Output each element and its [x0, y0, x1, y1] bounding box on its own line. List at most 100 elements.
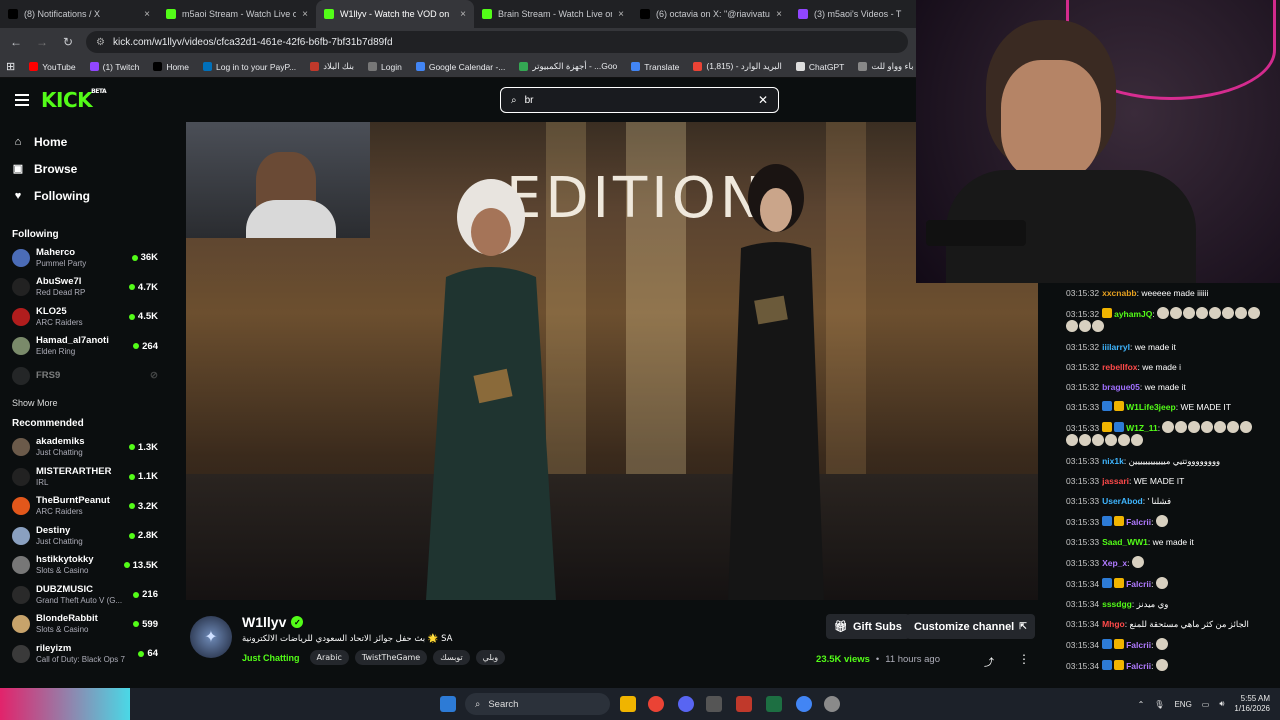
sidebar-nav-home[interactable]: ⌂ Home [0, 128, 170, 155]
menu-icon[interactable] [15, 94, 29, 106]
chat-username[interactable]: Falcrii [1126, 640, 1151, 650]
video-player[interactable]: EDITION [186, 122, 1038, 600]
chat-username[interactable]: W1Z_11 [1126, 423, 1158, 433]
reload-icon[interactable]: ↻ [60, 35, 76, 49]
taskbar-search[interactable]: ⌕ Search [465, 693, 610, 715]
show-more-button[interactable]: Show More [0, 391, 170, 415]
bookmark-item[interactable]: Translate [631, 62, 679, 72]
chrome-icon[interactable] [648, 696, 664, 712]
customize-channel-button[interactable]: Customize channel ⇱ [906, 614, 1035, 639]
bookmark-item[interactable]: Login [368, 62, 402, 72]
sidebar-channel[interactable]: MISTERARTHER IRL 1.1K [0, 462, 170, 492]
chat-username[interactable]: iiilarryl [1102, 342, 1130, 352]
bookmark-item[interactable]: أجهزة الكمبيوتر - ...Goo [519, 61, 617, 72]
widgets-thumbnail[interactable] [0, 688, 130, 720]
chat-username[interactable]: rebellfox [1102, 362, 1137, 372]
start-icon[interactable] [440, 696, 456, 712]
browser-tab[interactable]: Brain Stream - Watch Live on K × [474, 0, 632, 28]
close-tab-icon[interactable]: × [144, 9, 150, 20]
sidebar-channel[interactable]: TheBurntPeanut ARC Raiders 3.2K [0, 492, 170, 522]
more-options-icon[interactable]: ⋮ [1018, 652, 1030, 666]
category-link[interactable]: Just Chatting [242, 653, 300, 663]
apps-icon[interactable]: ⊞ [6, 60, 15, 73]
bookmark-item[interactable]: Home [153, 62, 189, 72]
bookmark-item[interactable]: ChatGPT [795, 62, 844, 72]
sidebar-nav-following[interactable]: ♥ Following [0, 182, 170, 209]
chat-username[interactable]: Falcrii [1126, 661, 1151, 671]
badge-icon [1102, 308, 1113, 318]
sidebar-channel[interactable]: Hamad_al7anoti Elden Ring 264 [0, 332, 170, 362]
bookmark-item[interactable]: YouTube [29, 62, 76, 72]
chat-username[interactable]: xxcnabb [1102, 288, 1137, 298]
tag-chip[interactable]: وبلي [475, 650, 506, 665]
channel-avatar [12, 366, 30, 385]
chat-username[interactable]: sssdgg [1102, 599, 1132, 609]
bookmark-item[interactable]: Log in to your PayP... [203, 62, 296, 72]
chat-username[interactable]: brague05 [1102, 382, 1140, 392]
tag-chip[interactable]: توبسك [433, 650, 470, 665]
bookmark-item[interactable]: Google Calendar -... [415, 62, 505, 72]
sidebar-channel[interactable]: FRS9 ⊘ [0, 361, 170, 391]
chat-username[interactable]: Falcrii [1126, 517, 1151, 527]
site-info-icon[interactable]: ⚙ [96, 37, 105, 48]
channel-name[interactable]: W1llyv [242, 614, 286, 630]
sidebar-channel[interactable]: KLO25 ARC Raiders 4.5K [0, 302, 170, 332]
language-indicator[interactable]: ENG [1174, 700, 1191, 709]
sidebar-channel[interactable]: akademiks Just Chatting 1.3K [0, 433, 170, 463]
sidebar-nav-browse[interactable]: ▣ Browse [0, 155, 170, 182]
forward-icon[interactable]: → [34, 35, 50, 49]
browser-tab[interactable]: (6) octavia on X: "@riavivatu @ × [632, 0, 790, 28]
browser-tab[interactable]: (8) Notifications / X × [0, 0, 158, 28]
clear-search-icon[interactable]: ✕ [758, 93, 768, 107]
bookmark-item[interactable]: (1) Twitch [89, 62, 139, 72]
close-tab-icon[interactable]: × [618, 9, 624, 20]
chat-username[interactable]: Saad_WW1 [1102, 537, 1148, 547]
network-icon[interactable]: ▭ [1202, 700, 1210, 709]
excel-icon[interactable] [766, 696, 782, 712]
chat-username[interactable]: nix1k [1102, 456, 1124, 466]
share-icon[interactable]: ⤴ [984, 654, 994, 669]
chat-username[interactable]: Xep_x [1102, 558, 1127, 568]
tag-chip[interactable]: TwistTheGame [354, 650, 428, 665]
chat-username[interactable]: jassari [1102, 476, 1129, 486]
file-explorer-icon[interactable] [620, 696, 636, 712]
bookmark-item[interactable]: البريد الوارد - (1,815) [693, 61, 782, 72]
sidebar-channel[interactable]: AbuSwe7l Red Dead RP 4.7K [0, 273, 170, 303]
kick-logo[interactable]: KICK BETA [41, 88, 107, 112]
chevron-up-icon[interactable]: ⌃ [1138, 700, 1145, 709]
browser-tab[interactable]: W1llyv - Watch the VOD on × [316, 0, 474, 28]
sidebar-channel[interactable]: rileyizm Call of Duty: Black Ops 7 64 [0, 639, 170, 669]
chat-username[interactable]: ayhamJQ [1114, 309, 1152, 319]
tag-chip[interactable]: Arabic [309, 650, 349, 665]
back-icon[interactable]: ← [8, 35, 24, 49]
sidebar-channel[interactable]: Destiny Just Chatting 2.8K [0, 521, 170, 551]
close-tab-icon[interactable]: × [776, 9, 782, 20]
view-count: 23.5K views [816, 654, 870, 665]
chat-timestamp: 03:15:33 [1066, 558, 1100, 568]
app-icon[interactable] [706, 696, 722, 712]
search-input[interactable] [524, 94, 750, 106]
chat-username[interactable]: Mhgo [1102, 619, 1125, 629]
close-tab-icon[interactable]: × [460, 9, 466, 20]
sidebar-channel[interactable]: hstikkytokky Slots & Casino 13.5K [0, 551, 170, 581]
gift-subs-button[interactable]: 🎁︎ Gift Subs [826, 614, 910, 639]
clock[interactable]: 5:55 AM 1/16/2026 [1234, 694, 1270, 714]
address-bar[interactable]: ⚙ kick.com/w1llyv/videos/cfca32d1-461e-4… [86, 31, 908, 53]
settings-icon[interactable] [824, 696, 840, 712]
chat-username[interactable]: W1Life3jeep [1126, 402, 1176, 412]
chat-username[interactable]: UserAbod [1102, 496, 1143, 506]
channel-avatar[interactable]: ✦ [190, 616, 232, 658]
bookmark-item[interactable]: بنك البلاد [310, 61, 354, 72]
sidebar-channel[interactable]: BlondeRabbit Slots & Casino 599 [0, 610, 170, 640]
close-tab-icon[interactable]: × [302, 9, 308, 20]
sidebar-channel[interactable]: DUBZMUSIC Grand Theft Auto V (G... 216 [0, 580, 170, 610]
chat-username[interactable]: Falcrii [1126, 579, 1151, 589]
discord-icon[interactable] [678, 696, 694, 712]
chrome-icon[interactable] [796, 696, 812, 712]
app-icon[interactable] [736, 696, 752, 712]
volume-icon[interactable]: 🔊︎ [1219, 699, 1224, 709]
sidebar-channel[interactable]: Maherco Pummel Party 36K [0, 243, 170, 273]
microphone-icon[interactable]: 🎙︎ [1154, 700, 1164, 709]
emote-icon [1079, 434, 1091, 446]
browser-tab[interactable]: m5aoi Stream - Watch Live on K × [158, 0, 316, 28]
